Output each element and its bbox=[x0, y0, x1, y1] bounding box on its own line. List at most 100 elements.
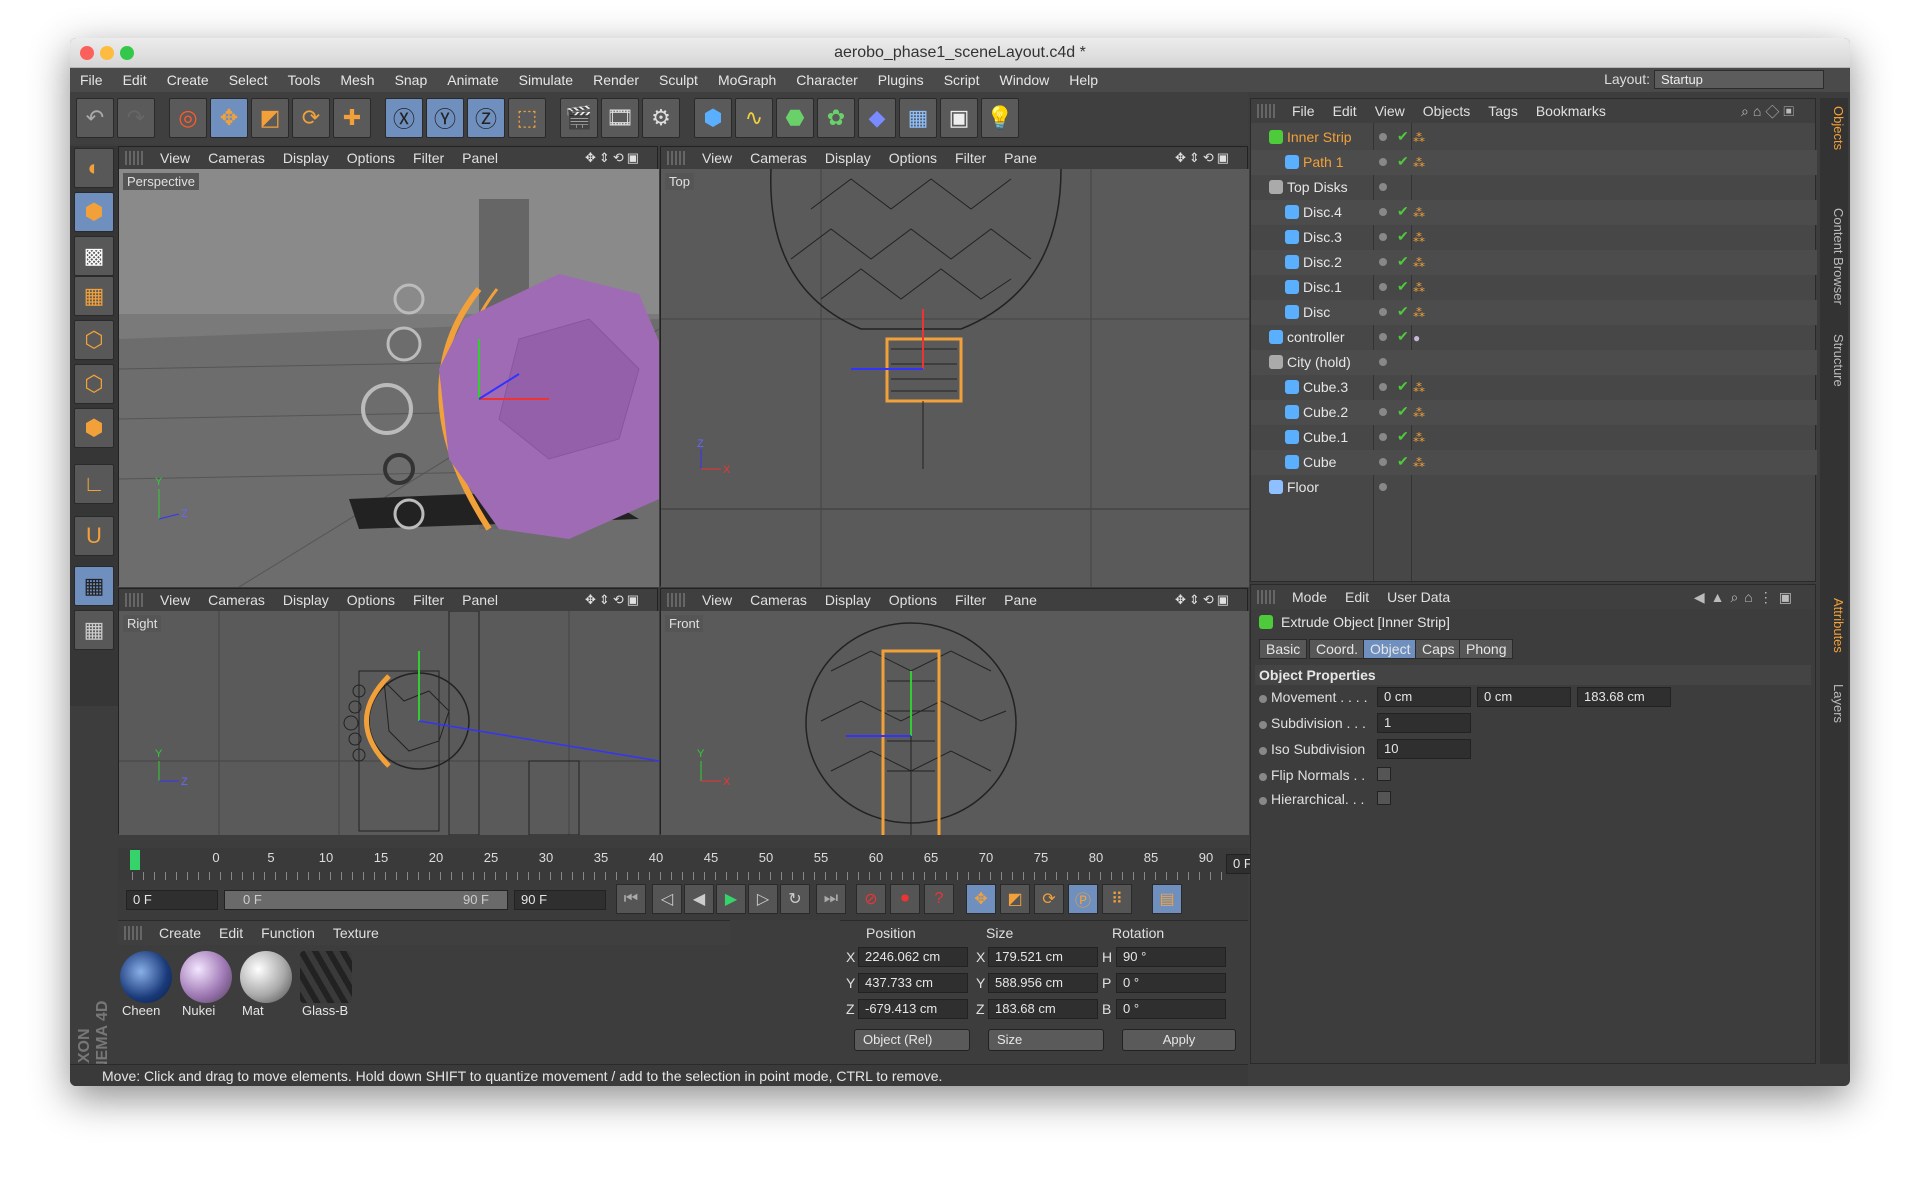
iso-subdivision-field[interactable]: 10 bbox=[1377, 739, 1471, 759]
range-slider[interactable]: 0 F 90 F bbox=[224, 890, 508, 910]
enabled-check-icon[interactable]: ✔ bbox=[1397, 153, 1409, 170]
mat-menu-create[interactable]: Create bbox=[150, 925, 210, 941]
keyframe-selection-icon[interactable]: ? bbox=[924, 884, 954, 914]
points-mode-icon[interactable]: ⬡ bbox=[74, 320, 114, 360]
vp-menu-display[interactable]: Display bbox=[816, 150, 880, 166]
tab-object[interactable]: Object bbox=[1363, 639, 1418, 659]
subdivision-surface-icon[interactable]: ⬣ bbox=[776, 98, 814, 138]
object-name[interactable]: Cube.2 bbox=[1303, 404, 1348, 420]
enabled-check-icon[interactable]: ✔ bbox=[1397, 203, 1409, 220]
tab-attributes[interactable]: Attributes bbox=[1822, 598, 1846, 653]
size-z-field[interactable]: 183.68 cm bbox=[988, 999, 1098, 1019]
axis-mode-icon[interactable]: ∟ bbox=[74, 464, 114, 504]
am-header-icons[interactable]: ◀▲⌕⌂⋮▣ bbox=[1685, 589, 1807, 606]
rot-p-field[interactable]: 0 ° bbox=[1116, 973, 1226, 993]
vp-menu-options[interactable]: Options bbox=[880, 150, 946, 166]
object-row[interactable]: Cube.1 ✔ ⁂ bbox=[1251, 425, 1817, 450]
tab-coord[interactable]: Coord. bbox=[1309, 639, 1366, 659]
polygons-mode-icon[interactable]: ⬢ bbox=[74, 408, 114, 448]
end-frame-field[interactable]: 90 F bbox=[514, 890, 606, 910]
vp-menu-options[interactable]: Options bbox=[880, 592, 946, 608]
om-menu-tags[interactable]: Tags bbox=[1479, 103, 1527, 119]
menu-character[interactable]: Character bbox=[786, 72, 867, 88]
om-menu-edit[interactable]: Edit bbox=[1324, 103, 1366, 119]
tab-phong[interactable]: Phong bbox=[1459, 639, 1514, 659]
object-row[interactable]: Disc ✔ ⁂ bbox=[1251, 300, 1817, 325]
rot-b-field[interactable]: 0 ° bbox=[1116, 999, 1226, 1019]
menu-snap[interactable]: Snap bbox=[385, 72, 438, 88]
minimize-window-button[interactable] bbox=[100, 46, 114, 60]
pos-z-field[interactable]: -679.413 cm bbox=[858, 999, 968, 1019]
coordinate-mode-dropdown[interactable]: Object (Rel) bbox=[854, 1029, 970, 1051]
vp-menu-filter[interactable]: Filter bbox=[946, 150, 995, 166]
object-name[interactable]: Disc.3 bbox=[1303, 229, 1342, 245]
previous-key-icon[interactable]: ◁ bbox=[652, 884, 682, 914]
vp-menu-display[interactable]: Display bbox=[274, 150, 338, 166]
tab-structure[interactable]: Structure bbox=[1822, 334, 1846, 387]
y-axis-lock-icon[interactable]: Ⓨ bbox=[426, 98, 464, 138]
layout-select[interactable]: Startup bbox=[1654, 70, 1824, 89]
vp-menu-cameras[interactable]: Cameras bbox=[199, 592, 274, 608]
menu-edit[interactable]: Edit bbox=[113, 72, 157, 88]
floor-icon[interactable]: ▦ bbox=[899, 98, 937, 138]
coordinate-system-icon[interactable]: ⬚ bbox=[508, 98, 546, 138]
tag-icon[interactable]: ⁂ bbox=[1413, 256, 1427, 270]
apply-button[interactable]: Apply bbox=[1122, 1029, 1236, 1051]
vp-menu-view[interactable]: View bbox=[151, 592, 199, 608]
record-position-icon[interactable]: ✥ bbox=[966, 884, 996, 914]
object-name[interactable]: Disc.1 bbox=[1303, 279, 1342, 295]
visibility-dot-icon[interactable] bbox=[1379, 383, 1387, 391]
movement-z-field[interactable]: 183.68 cm bbox=[1577, 687, 1671, 707]
visibility-dot-icon[interactable] bbox=[1379, 183, 1387, 191]
animate-dot-icon[interactable] bbox=[1259, 695, 1267, 703]
menu-select[interactable]: Select bbox=[219, 72, 278, 88]
go-to-start-icon[interactable]: ⏮ bbox=[616, 884, 646, 914]
enabled-check-icon[interactable]: ✔ bbox=[1397, 378, 1409, 395]
pos-x-field[interactable]: 2246.062 cm bbox=[858, 947, 968, 967]
cube-object-icon[interactable]: ⬢ bbox=[694, 98, 732, 138]
vp-menu-display[interactable]: Display bbox=[274, 592, 338, 608]
viewport-nav-icons[interactable]: ✥⇕⟲▣ bbox=[576, 150, 651, 166]
z-axis-lock-icon[interactable]: Ⓩ bbox=[467, 98, 505, 138]
object-row[interactable]: Path 1 ✔ ⁂ bbox=[1251, 150, 1817, 175]
menu-tools[interactable]: Tools bbox=[278, 72, 331, 88]
vp-menu-filter[interactable]: Filter bbox=[946, 592, 995, 608]
viewport-front[interactable]: View Cameras Display Options Filter Pane… bbox=[660, 588, 1249, 835]
enabled-check-icon[interactable]: ✔ bbox=[1397, 278, 1409, 295]
animate-dot-icon[interactable] bbox=[1259, 797, 1267, 805]
visibility-dot-icon[interactable] bbox=[1379, 333, 1387, 341]
object-name[interactable]: controller bbox=[1287, 329, 1345, 345]
vp-menu-view[interactable]: View bbox=[693, 150, 741, 166]
material-swatch[interactable]: Mat bbox=[240, 951, 296, 1021]
deformer-icon[interactable]: ◆ bbox=[858, 98, 896, 138]
next-key-icon[interactable]: ↻ bbox=[780, 884, 810, 914]
vp-menu-filter[interactable]: Filter bbox=[404, 150, 453, 166]
object-name[interactable]: Disc.2 bbox=[1303, 254, 1342, 270]
visibility-dot-icon[interactable] bbox=[1379, 408, 1387, 416]
menu-simulate[interactable]: Simulate bbox=[509, 72, 583, 88]
object-name[interactable]: Cube bbox=[1303, 454, 1336, 470]
render-picture-viewer-icon[interactable]: 🎞 bbox=[601, 98, 639, 138]
object-row[interactable]: controller ✔ ● bbox=[1251, 325, 1817, 350]
object-row[interactable]: Disc.1 ✔ ⁂ bbox=[1251, 275, 1817, 300]
visibility-dot-icon[interactable] bbox=[1379, 133, 1387, 141]
enabled-check-icon[interactable]: ✔ bbox=[1397, 253, 1409, 270]
vp-menu-options[interactable]: Options bbox=[338, 592, 404, 608]
edges-mode-icon[interactable]: ⬡ bbox=[74, 364, 114, 404]
vp-menu-view[interactable]: View bbox=[151, 150, 199, 166]
visibility-dot-icon[interactable] bbox=[1379, 458, 1387, 466]
object-name[interactable]: City (hold) bbox=[1287, 354, 1351, 370]
subdivision-field[interactable]: 1 bbox=[1377, 713, 1471, 733]
vp-menu-cameras[interactable]: Cameras bbox=[741, 592, 816, 608]
visibility-dot-icon[interactable] bbox=[1379, 258, 1387, 266]
record-point-level-icon[interactable]: ⠿ bbox=[1102, 884, 1132, 914]
viewport-nav-icons[interactable]: ✥⇕⟲▣ bbox=[576, 592, 651, 608]
object-name[interactable]: Cube.3 bbox=[1303, 379, 1348, 395]
menu-create[interactable]: Create bbox=[157, 72, 219, 88]
zoom-window-button[interactable] bbox=[120, 46, 134, 60]
playhead[interactable] bbox=[130, 850, 140, 870]
am-menu-mode[interactable]: Mode bbox=[1283, 589, 1336, 605]
vp-menu-pane[interactable]: Pane bbox=[995, 592, 1046, 608]
render-settings-icon[interactable]: ⚙ bbox=[642, 98, 680, 138]
autokey-icon[interactable]: ⏺ bbox=[890, 884, 920, 914]
